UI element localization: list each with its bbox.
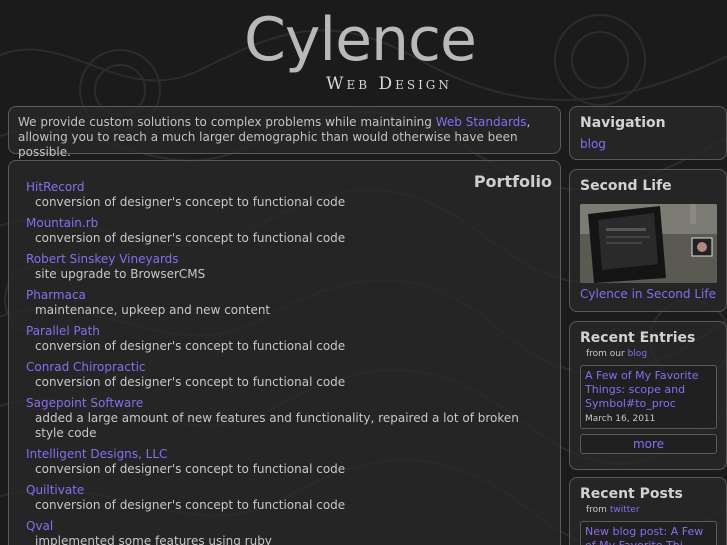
second-life-heading: Second Life [580, 178, 672, 194]
list-item: Mountain.rb conversion of designer's con… [26, 216, 550, 246]
recent-post-link[interactable]: New blog post: A Few of My Favorite Thi.… [585, 525, 712, 545]
recent-entry-date: March 16, 2011 [585, 414, 656, 424]
from-label: from our [586, 349, 625, 359]
portfolio-description: site upgrade to BrowserCMS [35, 267, 206, 281]
recent-entries-heading: Recent Entries [580, 330, 696, 346]
portfolio-list: HitRecord conversion of designer's conce… [26, 180, 550, 545]
recent-post-card: New blog post: A Few of My Favorite Thi.… [580, 521, 717, 545]
intro-text-start: We provide custom solutions to complex p… [18, 115, 436, 129]
portfolio-heading: Portfolio [473, 172, 552, 191]
site-header: Cylence Web Design [0, 0, 727, 104]
list-item: Robert Sinskey Vineyards site upgrade to… [26, 252, 550, 282]
portfolio-link[interactable]: Conrad Chiropractic [26, 360, 550, 375]
site-logo-subtitle: Web Design [326, 74, 452, 94]
portfolio-link[interactable]: Quiltivate [26, 483, 550, 498]
web-standards-link[interactable]: Web Standards [436, 115, 527, 129]
nav-link-blog[interactable]: blog [580, 137, 716, 151]
portfolio-description: conversion of designer's concept to func… [35, 339, 346, 353]
portfolio-link[interactable]: Parallel Path [26, 324, 550, 339]
portfolio-link[interactable]: Pharmaca [26, 288, 550, 303]
recent-entry-card: A Few of My Favorite Things: scope and S… [580, 365, 717, 429]
portfolio-link[interactable]: Robert Sinskey Vineyards [26, 252, 550, 267]
navigation-heading: Navigation [580, 115, 666, 131]
list-item: Conrad Chiropractic conversion of design… [26, 360, 550, 390]
portfolio-description: conversion of designer's concept to func… [35, 462, 346, 476]
portfolio-link[interactable]: Qval [26, 519, 550, 534]
second-life-screenshot-image[interactable] [580, 204, 717, 283]
site-logo-title[interactable]: Cylence [244, 4, 477, 76]
recent-entry-link[interactable]: A Few of My Favorite Things: scope and S… [585, 369, 712, 411]
portfolio-link[interactable]: HitRecord [26, 180, 550, 195]
portfolio-link[interactable]: Intelligent Designs, LLC [26, 447, 550, 462]
list-item: Pharmaca maintenance, upkeep and new con… [26, 288, 550, 318]
more-entries-button[interactable]: more [580, 434, 717, 454]
navigation-panel: Navigation blog [569, 106, 727, 160]
recent-posts-source: from twitter [580, 505, 716, 515]
portfolio-description: maintenance, upkeep and new content [35, 303, 271, 317]
recent-posts-panel: Recent Posts from twitter New blog post:… [569, 477, 727, 545]
portfolio-description: conversion of designer's concept to func… [35, 231, 346, 245]
recent-posts-heading: Recent Posts [580, 486, 683, 502]
portfolio-description: implemented some features using ruby [35, 534, 272, 545]
second-life-link[interactable]: Cylence in Second Life [580, 287, 716, 301]
list-item: HitRecord conversion of designer's conce… [26, 180, 550, 210]
portfolio-description: conversion of designer's concept to func… [35, 498, 346, 512]
portfolio-description: conversion of designer's concept to func… [35, 195, 346, 209]
recent-entries-source: from our blog [580, 349, 716, 359]
portfolio-link[interactable]: Sagepoint Software [26, 396, 550, 411]
from-label: from [586, 505, 607, 515]
blog-source-link[interactable]: blog [628, 349, 647, 359]
portfolio-link[interactable]: Mountain.rb [26, 216, 550, 231]
list-item: Intelligent Designs, LLC conversion of d… [26, 447, 550, 477]
portfolio-description: conversion of designer's concept to func… [35, 375, 346, 389]
portfolio-panel: Portfolio HitRecord conversion of design… [8, 160, 561, 545]
list-item: Qval implemented some features using rub… [26, 519, 550, 545]
twitter-source-link[interactable]: twitter [610, 505, 640, 515]
list-item: Quiltivate conversion of designer's conc… [26, 483, 550, 513]
portfolio-description: added a large amount of new features and… [35, 411, 519, 440]
second-life-panel: Second Life Cylence in Second Life [569, 169, 727, 312]
recent-entries-panel: Recent Entries from our blog A Few of My… [569, 321, 727, 470]
list-item: Sagepoint Software added a large amount … [26, 396, 550, 441]
list-item: Parallel Path conversion of designer's c… [26, 324, 550, 354]
intro-panel: We provide custom solutions to complex p… [8, 106, 561, 159]
